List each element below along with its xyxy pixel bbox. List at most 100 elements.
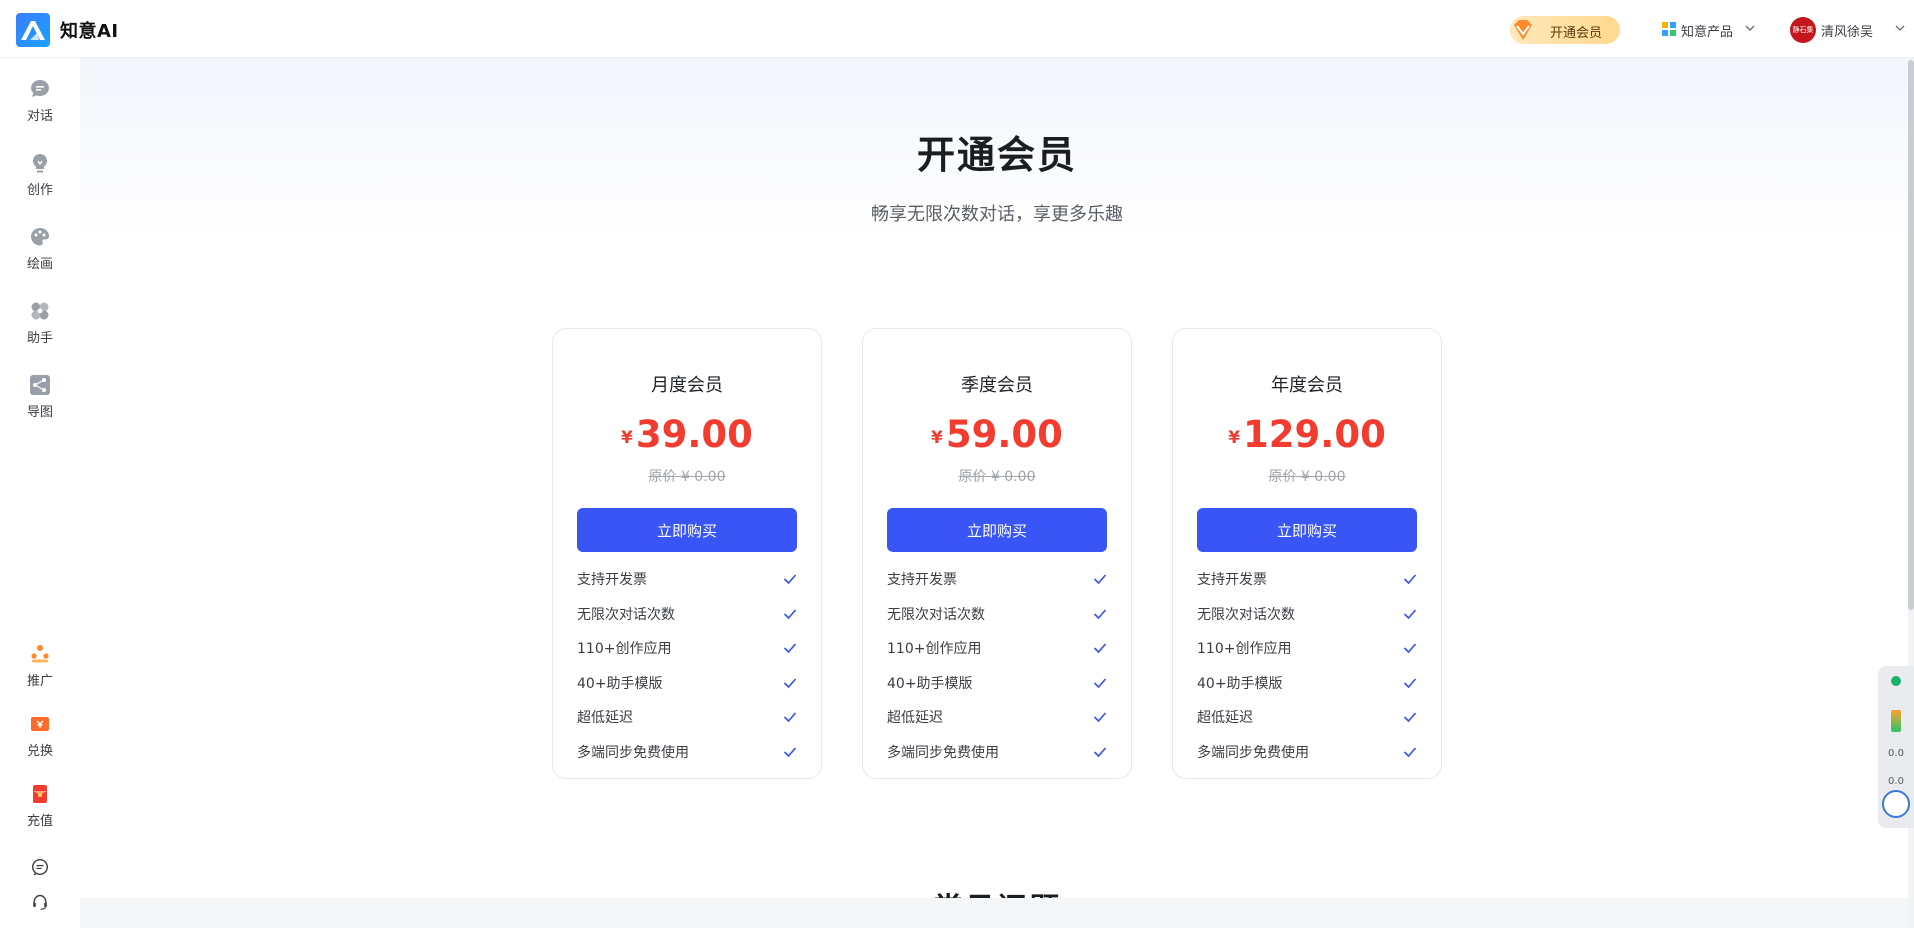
check-icon bbox=[1403, 746, 1417, 757]
status-dot bbox=[1891, 676, 1901, 686]
check-icon bbox=[783, 746, 797, 757]
sidebar-item-promote[interactable]: 推广 bbox=[0, 643, 80, 705]
main-content: 开通会员 畅享无限次数对话，享更多乐趣 月度会员 ¥39.00 原价 ¥ 0.0… bbox=[80, 58, 1914, 928]
brand-name[interactable]: 知意AI bbox=[60, 17, 119, 43]
bottom-band bbox=[80, 898, 1914, 928]
check-icon bbox=[783, 608, 797, 619]
feature-item: 110+创作应用 bbox=[577, 638, 797, 673]
widget-value-download: 0.0 bbox=[1888, 776, 1904, 787]
plan-card-quarterly[interactable]: 季度会员 ¥59.00 原价 ¥ 0.00 立即购买 支持开发票 无限次对话次数… bbox=[862, 328, 1132, 779]
original-price: 原价 ¥ 0.00 bbox=[648, 469, 726, 485]
level-bar bbox=[1891, 710, 1901, 732]
feature-label: 无限次对话次数 bbox=[577, 606, 675, 623]
sidebar-item-chat[interactable]: 对话 bbox=[0, 78, 80, 140]
mindmap-icon bbox=[30, 375, 50, 395]
currency-symbol: ¥ bbox=[1228, 428, 1241, 448]
feature-label: 支持开发票 bbox=[577, 572, 647, 588]
message-icon[interactable] bbox=[31, 858, 49, 876]
sidebar-item-label: 对话 bbox=[26, 109, 53, 124]
feature-item: 无限次对话次数 bbox=[887, 604, 1107, 639]
sidebar: 对话 创作 绘画 助手 导图 推广 兑换 充值 bbox=[0, 58, 80, 928]
feature-item: 110+创作应用 bbox=[1197, 638, 1417, 673]
recharge-icon bbox=[33, 785, 47, 803]
feature-label: 40+助手模版 bbox=[577, 675, 663, 692]
check-icon bbox=[1093, 574, 1107, 585]
feature-list: 支持开发票 无限次对话次数 110+创作应用 40+助手模版 超低延迟 多端同步… bbox=[887, 569, 1107, 776]
plan-price: ¥59.00 bbox=[863, 413, 1131, 456]
sidebar-item-redeem[interactable]: 兑换 bbox=[0, 713, 80, 775]
feature-label: 无限次对话次数 bbox=[887, 606, 985, 623]
check-icon bbox=[783, 677, 797, 688]
apps-grid-icon bbox=[1662, 22, 1676, 36]
feature-item: 无限次对话次数 bbox=[1197, 604, 1417, 639]
feature-item: 多端同步免费使用 bbox=[887, 742, 1107, 777]
sidebar-item-label: 导图 bbox=[26, 405, 53, 420]
feature-item: 超低延迟 bbox=[577, 707, 797, 742]
check-icon bbox=[1093, 643, 1107, 654]
feature-item: 超低延迟 bbox=[887, 707, 1107, 742]
price-value: 129.00 bbox=[1243, 413, 1386, 456]
price-value: 39.00 bbox=[635, 413, 753, 456]
feature-item: 无限次对话次数 bbox=[577, 604, 797, 639]
check-icon bbox=[783, 574, 797, 585]
check-icon bbox=[1093, 712, 1107, 723]
check-icon bbox=[1403, 712, 1417, 723]
headset-icon[interactable] bbox=[31, 893, 49, 911]
page-subtitle: 畅享无限次数对话，享更多乐趣 bbox=[871, 204, 1123, 225]
user-name: 清风徐吴 bbox=[1821, 25, 1874, 40]
feature-item: 超低延迟 bbox=[1197, 707, 1417, 742]
feature-label: 110+创作应用 bbox=[577, 641, 672, 657]
redeem-icon bbox=[31, 717, 49, 731]
check-icon bbox=[1403, 677, 1417, 688]
sidebar-item-paint[interactable]: 绘画 bbox=[0, 226, 80, 288]
plan-name: 年度会员 bbox=[1271, 375, 1343, 396]
plan-price: ¥39.00 bbox=[553, 413, 821, 456]
check-icon bbox=[1093, 677, 1107, 688]
feature-label: 超低延迟 bbox=[577, 710, 633, 726]
promote-icon bbox=[31, 645, 49, 663]
buy-now-button[interactable]: 立即购买 bbox=[1197, 508, 1417, 552]
buy-now-button[interactable]: 立即购买 bbox=[577, 508, 797, 552]
plan-card-yearly[interactable]: 年度会员 ¥129.00 原价 ¥ 0.00 立即购买 支持开发票 无限次对话次… bbox=[1172, 328, 1442, 779]
widget-value-upload: 0.0 bbox=[1888, 748, 1904, 759]
currency-symbol: ¥ bbox=[621, 428, 633, 448]
page-title: 开通会员 bbox=[916, 133, 1077, 177]
diamond-icon bbox=[1514, 20, 1532, 40]
avatar: 静石集 bbox=[1790, 17, 1816, 43]
plan-card-monthly[interactable]: 月度会员 ¥39.00 原价 ¥ 0.00 立即购买 支持开发票 无限次对话次数… bbox=[552, 328, 822, 779]
feature-item: 多端同步免费使用 bbox=[577, 742, 797, 777]
feature-label: 支持开发票 bbox=[887, 572, 957, 588]
sidebar-item-create[interactable]: 创作 bbox=[0, 152, 80, 214]
feature-label: 40+助手模版 bbox=[1197, 675, 1283, 692]
feature-list: 支持开发票 无限次对话次数 110+创作应用 40+助手模版 超低延迟 多端同步… bbox=[1197, 569, 1417, 776]
feature-item: 支持开发票 bbox=[577, 569, 797, 604]
plan-name: 季度会员 bbox=[961, 375, 1033, 396]
feature-item: 40+助手模版 bbox=[577, 673, 797, 708]
feature-label: 40+助手模版 bbox=[887, 675, 973, 692]
buy-now-button[interactable]: 立即购买 bbox=[887, 508, 1107, 552]
sidebar-item-label: 助手 bbox=[26, 331, 53, 346]
feature-item: 支持开发票 bbox=[887, 569, 1107, 604]
check-icon bbox=[1403, 643, 1417, 654]
products-label: 知意产品 bbox=[1681, 25, 1734, 40]
globe-icon[interactable] bbox=[1882, 790, 1910, 818]
check-icon bbox=[783, 643, 797, 654]
feature-label: 110+创作应用 bbox=[887, 641, 982, 657]
feature-item: 多端同步免费使用 bbox=[1197, 742, 1417, 777]
feature-label: 无限次对话次数 bbox=[1197, 606, 1295, 623]
app-logo[interactable] bbox=[16, 13, 50, 47]
floating-network-widget[interactable]: 0.0 0.0 bbox=[1878, 666, 1914, 828]
chevron-down-icon bbox=[1745, 25, 1755, 31]
check-icon bbox=[1403, 608, 1417, 619]
sidebar-item-assistant[interactable]: 助手 bbox=[0, 300, 80, 362]
feature-label: 支持开发票 bbox=[1197, 572, 1267, 588]
open-vip-button[interactable]: 开通会员 bbox=[1510, 16, 1620, 44]
sidebar-item-label: 兑换 bbox=[26, 744, 53, 759]
scrollbar-thumb[interactable] bbox=[1908, 60, 1914, 610]
feature-label: 110+创作应用 bbox=[1197, 641, 1292, 657]
sidebar-item-mindmap[interactable]: 导图 bbox=[0, 374, 80, 436]
top-header: 知意AI 开通会员 知意产品 静石集 清风徐吴 bbox=[0, 0, 1914, 58]
check-icon bbox=[1093, 746, 1107, 757]
sidebar-item-recharge[interactable]: 充值 bbox=[0, 783, 80, 845]
chat-bubble-icon bbox=[31, 80, 49, 97]
